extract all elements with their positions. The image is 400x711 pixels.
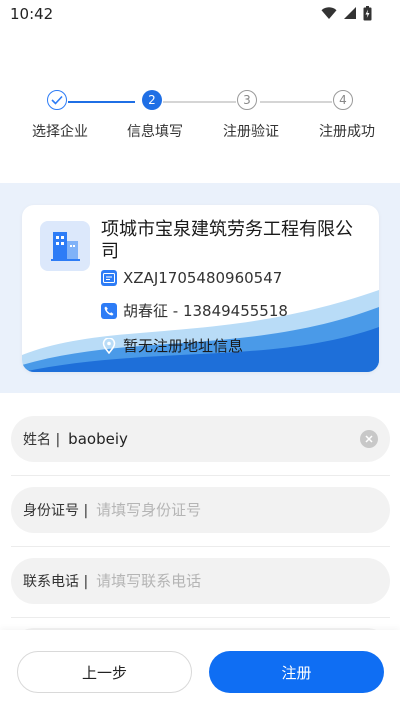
field-divider — [11, 546, 390, 547]
id-number-input[interactable] — [96, 501, 390, 519]
step-connector-1 — [68, 101, 135, 103]
name-label: 姓名 | — [23, 432, 61, 448]
name-input[interactable] — [68, 430, 360, 448]
step-4-number: 4 — [339, 93, 347, 107]
company-logo — [40, 221, 90, 271]
register-button[interactable]: 注册 — [209, 651, 384, 693]
step-1-label: 选择企业 — [32, 124, 88, 140]
step-1-done — [47, 90, 67, 110]
company-code-row: XZAJ1705480960547 — [101, 269, 282, 287]
company-address-row: 暂无注册地址信息 — [101, 335, 243, 356]
status-bar: 10:42 — [0, 0, 400, 28]
phone-label: 联系电话 | — [23, 574, 89, 590]
company-card: 项城市宝泉建筑劳务工程有限公司 XZAJ1705480960547 胡春征 - … — [22, 205, 379, 372]
id-number-label: 身份证号 | — [23, 503, 89, 519]
battery-icon — [363, 6, 372, 21]
building-icon — [51, 232, 80, 261]
step-4-pending: 4 — [333, 90, 353, 110]
previous-step-button[interactable]: 上一步 — [17, 651, 192, 693]
step-3-label: 注册验证 — [223, 124, 279, 140]
phone-field[interactable]: 联系电话 | — [11, 558, 390, 604]
bottom-action-bar: 上一步 注册 — [0, 630, 400, 711]
step-3-pending: 3 — [237, 90, 257, 110]
id-card-icon — [101, 270, 117, 286]
wifi-icon — [321, 7, 337, 19]
step-2-active: 2 — [142, 90, 162, 110]
step-4-label: 注册成功 — [319, 124, 375, 140]
company-name: 项城市宝泉建筑劳务工程有限公司 — [101, 219, 353, 262]
field-divider — [11, 475, 390, 476]
status-time: 10:42 — [10, 5, 54, 23]
check-icon — [51, 95, 63, 105]
id-number-field[interactable]: 身份证号 | — [11, 487, 390, 533]
step-connector-3 — [260, 101, 332, 103]
step-2-label: 信息填写 — [127, 124, 183, 140]
status-icons — [321, 6, 372, 21]
step-2-number: 2 — [148, 93, 156, 107]
signal-icon — [344, 7, 356, 19]
step-3-number: 3 — [243, 93, 251, 107]
phone-input[interactable] — [96, 572, 390, 590]
step-connector-2 — [163, 101, 236, 103]
name-field[interactable]: 姓名 | — [11, 416, 390, 462]
field-divider — [11, 617, 390, 618]
company-contact-row: 胡春征 - 13849455518 — [101, 300, 288, 321]
clear-icon[interactable] — [360, 430, 378, 448]
location-pin-icon — [101, 337, 117, 354]
company-code: XZAJ1705480960547 — [123, 269, 283, 287]
company-contact: 胡春征 - 13849455518 — [123, 302, 288, 320]
registration-stepper: 2 3 4 选择企业 信息填写 注册验证 注册成功 — [0, 88, 400, 148]
phone-icon — [101, 302, 117, 319]
company-address: 暂无注册地址信息 — [123, 337, 244, 355]
